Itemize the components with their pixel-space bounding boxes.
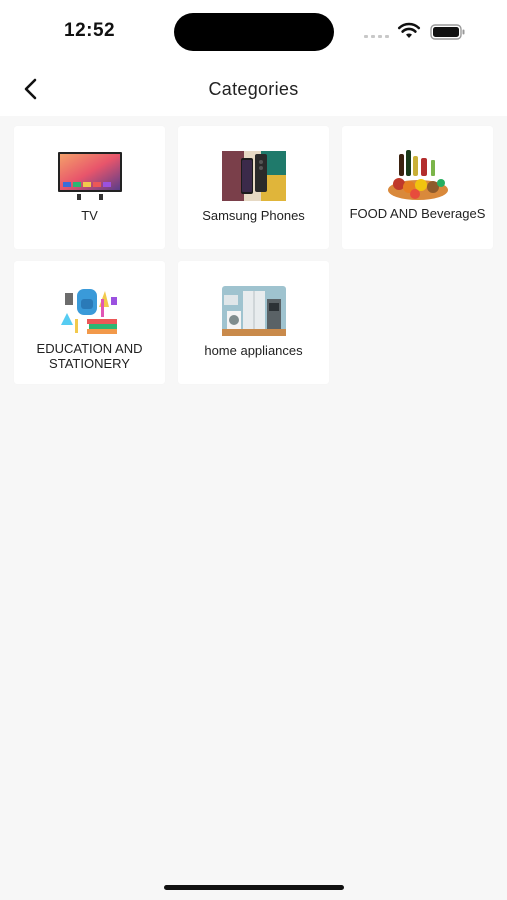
category-label: FOOD AND BeverageS [349,206,486,221]
category-label: EDUCATION AND STATIONERY [36,341,143,371]
cellular-signal-icon [364,26,390,44]
category-card-samsung-phones[interactable]: Samsung Phones [178,126,329,249]
page-title: Categories [208,79,299,99]
phones-image [221,151,286,201]
category-label: home appliances [204,343,303,358]
category-card-food-and-beverages[interactable]: FOOD AND BeverageS [342,126,493,249]
category-label: TV [81,208,98,223]
home-indicator[interactable] [164,885,344,890]
dynamic-island [174,13,334,51]
category-card-education-and-stationery[interactable]: EDUCATION AND STATIONERY [14,261,165,384]
tv-image [57,152,122,200]
appliances-image [221,286,286,336]
category-card-home-appliances[interactable]: home appliances [178,261,329,384]
battery-icon [430,24,466,45]
category-card-tv[interactable]: TV [14,126,165,249]
status-bar: 12:52 [0,0,507,62]
wifi-icon [397,22,421,45]
stationery-image [60,289,117,334]
category-grid: TV Samsung Phones FOOD AND BeverageS EDU… [14,126,494,384]
nav-bar: Categories [0,62,507,116]
category-label: Samsung Phones [202,208,305,223]
status-time: 12:52 [64,20,116,41]
food-image [387,150,448,200]
